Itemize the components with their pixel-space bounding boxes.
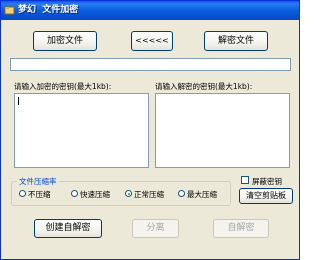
title-bar[interactable]: 梦幻 文件加密: [1, 1, 299, 20]
encrypt-file-button[interactable]: 加密文件: [33, 31, 97, 51]
radio-no-compression-label[interactable]: 不压缩: [28, 189, 51, 200]
encrypt-key-textarea[interactable]: [14, 93, 149, 168]
decrypt-key-textarea[interactable]: [155, 93, 290, 168]
swap-arrows-button[interactable]: <<<<<: [131, 31, 173, 51]
main-window: 梦幻 文件加密 加密文件 <<<<< 解密文件 请输入加密的密钥(最大1kb):…: [0, 0, 300, 260]
radio-normal-compression-label[interactable]: 正常压缩: [134, 189, 164, 200]
decrypt-file-button[interactable]: 解密文件: [204, 31, 268, 51]
clear-clipboard-button[interactable]: 清空剪贴板: [239, 188, 293, 204]
separate-button[interactable]: 分离: [132, 219, 179, 238]
app-icon: [4, 6, 15, 15]
radio-max-compression-label[interactable]: 最大压缩: [187, 189, 217, 200]
hide-key-label[interactable]: 屏蔽密钥: [252, 176, 282, 187]
decrypt-key-label: 请输入解密的密钥(最大1kb):: [155, 82, 253, 91]
radio-fast-compression[interactable]: [71, 190, 78, 197]
radio-normal-compression[interactable]: [125, 190, 132, 197]
radio-no-compression[interactable]: [19, 190, 26, 197]
radio-fast-compression-label[interactable]: 快速压缩: [80, 189, 110, 200]
radio-max-compression[interactable]: [178, 190, 185, 197]
window-title: 梦幻 文件加密: [18, 5, 79, 15]
text-cursor: [18, 97, 19, 105]
compression-group-title: 文件压缩率: [17, 176, 59, 187]
create-self-decrypt-button[interactable]: 创建自解密: [34, 219, 102, 238]
hide-key-checkbox[interactable]: [241, 176, 249, 184]
encrypt-key-label: 请输入加密的密钥(最大1kb):: [14, 82, 112, 91]
file-path-input[interactable]: [10, 58, 291, 71]
self-decrypt-button[interactable]: 自解密: [213, 219, 269, 238]
